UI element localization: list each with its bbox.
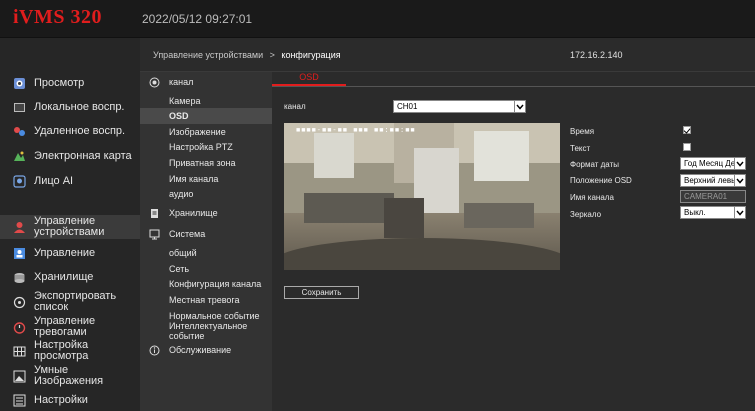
- submenu-general[interactable]: общий: [140, 245, 272, 261]
- sidebar-item-label: Локальное воспр.: [34, 100, 125, 113]
- breadcrumb-separator: >: [269, 50, 275, 60]
- main-sidebar: Просмотр Локальное воспр. Удаленное восп…: [0, 38, 140, 411]
- submenu-maintenance[interactable]: Обслуживание: [140, 342, 272, 358]
- breadcrumb-current: конфигурация: [281, 50, 341, 60]
- grid-icon: [12, 344, 26, 358]
- sidebar-item-face-ai[interactable]: Лицо AI: [0, 169, 140, 193]
- sidebar-item-label: Управление: [34, 246, 96, 259]
- mirror-value: Выкл.: [684, 208, 706, 217]
- camera-preview: ■■■■-■■-■■ ■■■ ■■:■■:■■: [284, 123, 560, 270]
- info-icon: [149, 345, 160, 356]
- sidebar-item-view-settings[interactable]: Настройка просмотра: [0, 338, 140, 364]
- device-ip: 172.16.2.140: [570, 50, 623, 60]
- osd-position-label: Положение OSD: [570, 176, 632, 185]
- submenu-osd[interactable]: OSD: [140, 108, 272, 124]
- submenu-local-alarm[interactable]: Местная тревога: [140, 292, 272, 308]
- text-checkbox[interactable]: [683, 143, 691, 151]
- face-icon: [12, 174, 26, 188]
- chevron-down-icon: [734, 175, 745, 186]
- account-icon: [12, 246, 26, 260]
- datetime: 2022/05/12 09:27:01: [142, 12, 253, 26]
- breadcrumb: Управление устройствами > конфигурация: [153, 50, 341, 60]
- channel-icon: [149, 77, 160, 88]
- submenu-network[interactable]: Сеть: [140, 261, 272, 277]
- system-monitor-icon: [149, 229, 160, 240]
- sidebar-item-smart-images[interactable]: Умные Изображения: [0, 363, 140, 389]
- osd-position-select[interactable]: Верхний левый: [680, 174, 746, 187]
- submenu-camera[interactable]: Камера: [140, 93, 272, 109]
- submenu-intelligent-event[interactable]: Интеллектуальное событие: [140, 321, 272, 341]
- remote-playback-icon: [12, 124, 26, 138]
- export-icon: [12, 295, 26, 309]
- osd-overlay-text: ■■■■-■■-■■ ■■■ ■■:■■:■■: [296, 127, 416, 135]
- sidebar-item-label: Управление тревогами: [34, 315, 96, 338]
- storage-doc-icon: [149, 208, 160, 219]
- submenu-channel[interactable]: канал: [140, 74, 272, 90]
- sidebar-item-label: Экспортировать список: [34, 290, 117, 313]
- submenu-audio[interactable]: аудио: [140, 186, 272, 202]
- channel-label: канал: [284, 102, 306, 111]
- sidebar-item-preview[interactable]: Просмотр: [0, 71, 140, 95]
- sidebar-item-label: Просмотр: [34, 76, 85, 89]
- sidebar-item-storage[interactable]: Хранилище: [0, 265, 140, 289]
- sidebar-item-label: Электронная карта: [34, 149, 132, 162]
- text-label: Текст: [570, 144, 591, 153]
- mirror-label: Зеркало: [570, 210, 602, 219]
- sidebar-item-settings[interactable]: Настройки: [0, 388, 140, 411]
- submenu-image[interactable]: Изображение: [140, 124, 272, 140]
- tab-osd[interactable]: OSD: [272, 72, 346, 86]
- settings-icon: [12, 393, 26, 407]
- sidebar-item-label: Настройки: [34, 393, 88, 406]
- sidebar-item-label: Умные Изображения: [34, 364, 104, 387]
- chevron-down-icon: [734, 207, 745, 218]
- sidebar-item-alarm-management[interactable]: Управление тревогами: [0, 314, 140, 340]
- submenu-storage[interactable]: Хранилище: [140, 205, 272, 221]
- sidebar-item-label: Лицо AI: [34, 174, 74, 187]
- save-button[interactable]: Сохранить: [284, 286, 359, 299]
- top-bar: iVMS 320 2022/05/12 09:27:01: [0, 0, 755, 38]
- channel-select[interactable]: CH01: [393, 100, 526, 113]
- sidebar-item-device-management[interactable]: Управление устройствами: [0, 215, 140, 239]
- camera-preview-image: [284, 123, 560, 270]
- sidebar-item-label: Хранилище: [34, 270, 94, 283]
- time-label: Время: [570, 127, 595, 136]
- submenu-system[interactable]: Система: [140, 226, 272, 242]
- app-logo: iVMS 320: [13, 6, 102, 28]
- channel-select-value: CH01: [397, 102, 418, 111]
- submenu-ptz[interactable]: Настройка PTZ: [140, 139, 272, 155]
- date-format-select[interactable]: Год Месяц День: [680, 157, 746, 170]
- local-playback-icon: [12, 100, 26, 114]
- mirror-select[interactable]: Выкл.: [680, 206, 746, 219]
- submenu-channel-config[interactable]: Конфигурация канала: [140, 276, 272, 292]
- date-format-label: Формат даты: [570, 160, 619, 169]
- sidebar-item-local-playback[interactable]: Локальное воспр.: [0, 95, 140, 119]
- monitor-icon: [12, 76, 26, 90]
- sidebar-item-emap[interactable]: Электронная карта: [0, 144, 140, 168]
- sidebar-item-management[interactable]: Управление: [0, 241, 140, 265]
- sidebar-item-label: Удаленное воспр.: [34, 124, 126, 137]
- content-header: Управление устройствами > конфигурация 1…: [140, 38, 755, 72]
- sidebar-item-label: Управление устройствами: [34, 215, 105, 238]
- smart-image-icon: [12, 369, 26, 383]
- chevron-down-icon: [734, 158, 745, 169]
- submenu-privacy-zone[interactable]: Приватная зона: [140, 155, 272, 171]
- osd-position-value: Верхний левый: [684, 176, 742, 185]
- time-checkbox[interactable]: [683, 126, 691, 134]
- channel-name-label: Имя канала: [570, 193, 614, 202]
- sidebar-item-export-list[interactable]: Экспортировать список: [0, 289, 140, 315]
- channel-name-input[interactable]: CAMERA01: [680, 190, 746, 203]
- config-submenu: канал Камера OSD Изображение Настройка P…: [140, 72, 272, 411]
- chevron-down-icon: [514, 101, 525, 112]
- user-icon: [12, 220, 26, 234]
- submenu-channel-name[interactable]: Имя канала: [140, 171, 272, 187]
- map-icon: [12, 149, 26, 163]
- storage-icon: [12, 270, 26, 284]
- alarm-icon: [12, 320, 26, 334]
- breadcrumb-parent[interactable]: Управление устройствами: [153, 50, 263, 60]
- sidebar-item-label: Настройка просмотра: [34, 339, 89, 362]
- sidebar-item-remote-playback[interactable]: Удаленное воспр.: [0, 119, 140, 143]
- tab-divider: [272, 86, 755, 87]
